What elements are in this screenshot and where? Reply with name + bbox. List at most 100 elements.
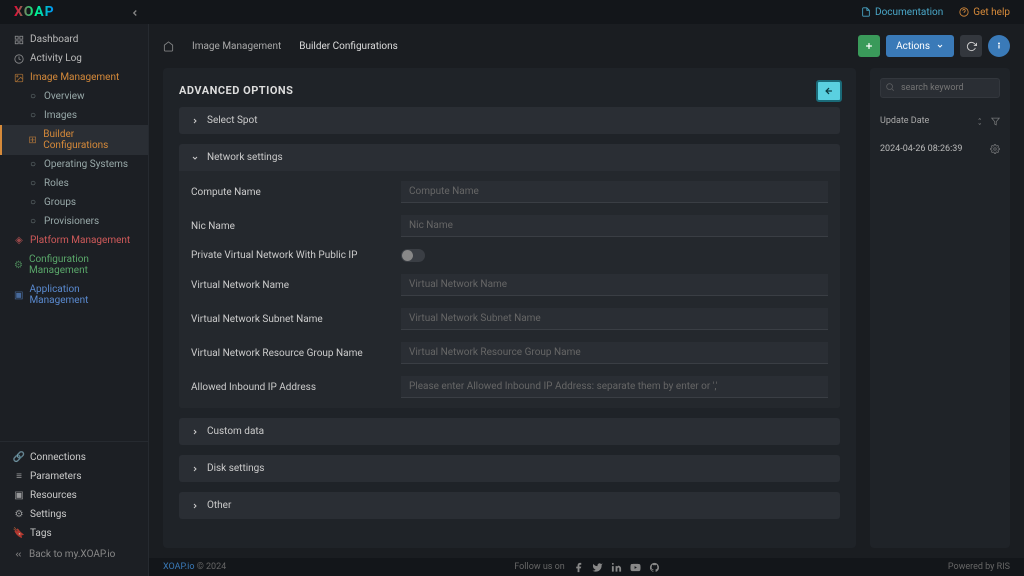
sidebar-section-image-mgmt[interactable]: Image Management [0,68,148,87]
rg-input[interactable] [401,342,828,364]
dot-icon: ⊞ [28,135,37,145]
search-icon [885,82,895,92]
sidebar-label: Resources [30,490,77,501]
accordion-label: Select Spot [207,115,258,126]
dashboard-icon [14,35,24,45]
search-input[interactable] [880,78,1000,98]
info-button[interactable] [988,35,1010,57]
help-icon [959,7,969,17]
sidebar-section-platform[interactable]: ◈Platform Management [0,231,148,250]
dot-icon: ○ [28,198,38,208]
column-header[interactable]: Update Date [880,116,929,126]
footer: XOAP.io © 2024 Follow us on Powered by R… [149,558,1024,576]
compute-name-label: Compute Name [191,187,401,198]
app-icon: ▣ [14,290,23,300]
rg-label: Virtual Network Resource Group Name [191,348,401,359]
accordion-disk[interactable]: Disk settings [179,455,840,482]
logo: XOAP [14,4,55,20]
twitter-icon[interactable] [592,562,603,573]
filter-icon[interactable] [991,117,1000,126]
sidebar-label: Images [44,110,77,121]
help-link[interactable]: Get help [959,7,1010,18]
sidebar-section-app[interactable]: ▣Application Management [0,280,148,310]
sidebar-item-dashboard[interactable]: Dashboard [0,30,148,49]
sort-icon[interactable] [976,117,985,126]
sidebar-item-provisioners[interactable]: ○Provisioners [0,212,148,231]
sidebar-label: Parameters [30,471,82,482]
sidebar-item-resources[interactable]: ▣ Resources [0,486,148,505]
vnet-name-input[interactable] [401,274,828,296]
subnet-input[interactable] [401,308,828,330]
sidebar-section-config[interactable]: ⚙ Configuration Management [0,250,148,280]
accordion-label: Disk settings [207,463,264,474]
sidebar-collapse-icon[interactable] [130,8,144,22]
sidebar-label: Groups [44,197,76,208]
breadcrumb: Image Management Builder Configurations [163,41,398,52]
sidebar-item-tags[interactable]: 🔖Tags [0,524,148,543]
image-icon [14,73,24,83]
back-to-portal-link[interactable]: Back to my.XOAP.io [0,543,148,566]
list-row[interactable]: 2024-04-26 08:26:39 [880,140,1000,158]
sidebar-item-settings[interactable]: ⚙Settings [0,505,148,524]
sidebar-item-overview[interactable]: ○Overview [0,87,148,106]
gear-icon[interactable] [990,144,1000,154]
facebook-icon[interactable] [573,562,584,573]
help-label: Get help [973,7,1010,18]
sidebar-label: Activity Log [30,53,82,64]
accordion-custom[interactable]: Custom data [179,418,840,445]
sidebar-item-os[interactable]: ○Operating Systems [0,155,148,174]
accordion-other[interactable]: Other [179,492,840,519]
sidebar-label: Roles [44,178,69,189]
linkedin-icon[interactable] [611,562,622,573]
accordion-label: Other [207,500,231,511]
vnet-name-label: Virtual Network Name [191,280,401,291]
compute-name-input[interactable] [401,181,828,203]
chevron-right-icon [191,465,199,473]
panel-title: ADVANCED OPTIONS [179,84,840,97]
panel-back-button[interactable] [816,80,842,102]
footer-brand[interactable]: XOAP.io [163,562,194,572]
refresh-icon [966,41,977,52]
platform-icon: ◈ [14,236,24,246]
config-icon: ⚙ [14,260,23,270]
footer-follow: Follow us on [514,562,564,572]
advanced-options-panel: ADVANCED OPTIONS Select Spot Network set… [163,68,856,548]
subnet-label: Virtual Network Subnet Name [191,314,401,325]
dot-icon: ○ [28,111,38,121]
breadcrumb-item[interactable]: Image Management [192,41,281,52]
inbound-input[interactable] [401,376,828,398]
sidebar-item-activity[interactable]: Activity Log [0,49,148,68]
breadcrumb-item[interactable]: Builder Configurations [299,41,398,52]
sidebar-item-groups[interactable]: ○ Groups [0,193,148,212]
public-ip-toggle[interactable] [401,249,425,262]
add-button[interactable] [858,35,880,57]
home-icon[interactable] [163,41,174,52]
sidebar-label: Configuration Management [29,254,134,276]
sidebar-item-images[interactable]: ○ Images [0,106,148,125]
sliders-icon: ≡ [14,472,24,482]
public-ip-label: Private Virtual Network With Public IP [191,250,401,261]
sidebar-label: Settings [30,509,67,520]
back-arrow-icon [14,550,23,559]
sidebar-item-builder-config[interactable]: ⊞Builder Configurations [0,125,148,155]
actions-dropdown[interactable]: Actions [886,35,954,57]
accordion-spot[interactable]: Select Spot [179,107,840,134]
refresh-button[interactable] [960,35,982,57]
dot-icon: ○ [28,160,38,170]
link-icon: 🔗 [14,453,24,463]
documentation-link[interactable]: Documentation [861,7,943,18]
back-label: Back to my.XOAP.io [29,549,115,560]
sidebar-item-parameters[interactable]: ≡ Parameters [0,467,148,486]
github-icon[interactable] [649,562,660,573]
actions-label: Actions [896,41,930,52]
nic-name-input[interactable] [401,215,828,237]
box-icon: ▣ [14,491,24,501]
youtube-icon[interactable] [630,562,641,573]
accordion-network[interactable]: Network settings [179,144,840,171]
dot-icon: ○ [28,92,38,102]
sidebar-item-connections[interactable]: 🔗Connections [0,448,148,467]
footer-copy: © 2024 [197,562,227,572]
sidebar-item-roles[interactable]: ○Roles [0,174,148,193]
arrow-left-icon [823,86,835,96]
documentation-label: Documentation [875,7,943,18]
